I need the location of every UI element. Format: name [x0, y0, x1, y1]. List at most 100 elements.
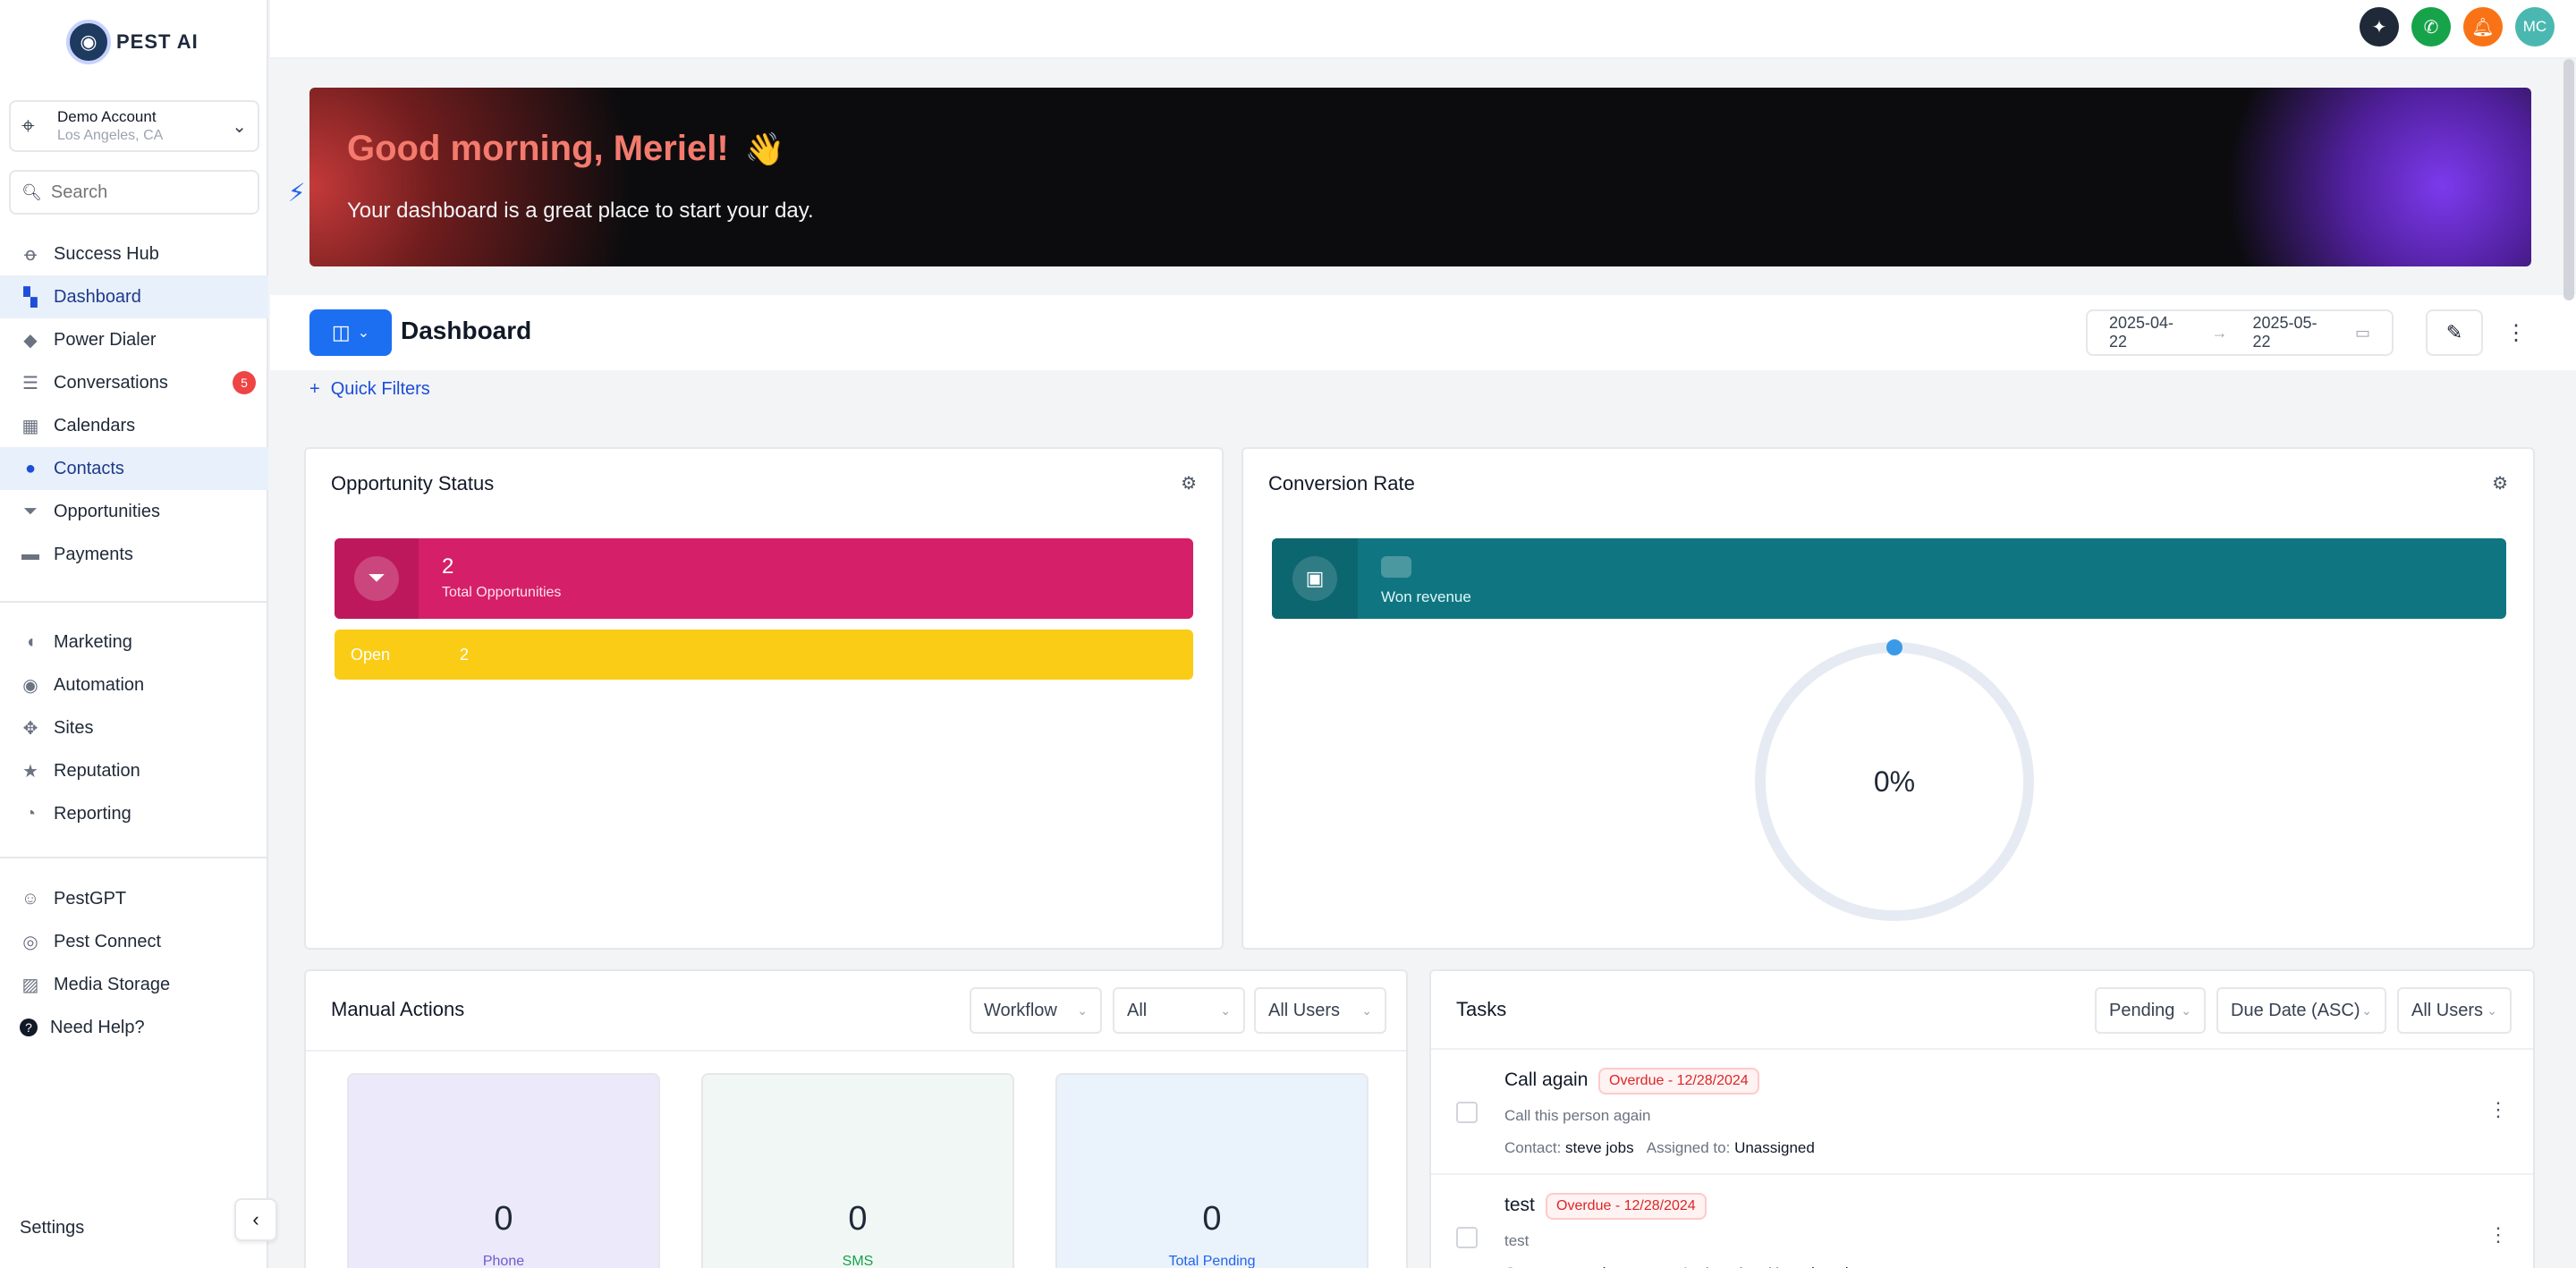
- sidebar-item-contacts[interactable]: ● Contacts: [0, 447, 268, 490]
- account-switcher[interactable]: ⌖ Demo Account Los Angeles, CA ⌄: [9, 100, 259, 152]
- arrow-right-icon: →: [2211, 323, 2228, 342]
- select-value: All: [1127, 1000, 1148, 1020]
- sidebar-item-label: Dashboard: [54, 286, 141, 307]
- user-filter-select[interactable]: All Users ⌄: [2397, 987, 2512, 1034]
- sidebar-item-success-hub[interactable]: ꝋ Success Hub: [0, 232, 268, 275]
- stat-card-sms[interactable]: 0 SMS: [701, 1073, 1014, 1268]
- widget-settings-button[interactable]: ⚙︎: [2492, 472, 2508, 495]
- sidebar: ◉ PEST AI ⌖ Demo Account Los Angeles, CA…: [0, 0, 306, 1268]
- select-value: Due Date (ASC): [2231, 1000, 2360, 1020]
- unread-count-badge: 5: [233, 371, 256, 394]
- page-scrollbar[interactable]: [2563, 59, 2574, 300]
- open-opportunities-bar[interactable]: Open 2: [335, 630, 1193, 680]
- sidebar-item-label: Success Hub: [54, 243, 159, 264]
- open-value: 2: [460, 645, 470, 664]
- assigned-label: Assigned to:: [1646, 1139, 1731, 1156]
- sidebar-item-pestgpt[interactable]: ☺ PestGPT: [0, 877, 268, 920]
- sidebar-item-opportunities[interactable]: ⏷ Opportunities: [0, 490, 268, 533]
- task-description: Call this person again: [1504, 1107, 1651, 1124]
- sidebar-item-need-help[interactable]: ? Need Help?: [0, 1006, 268, 1049]
- stat-card-phone[interactable]: 0 Phone: [347, 1073, 660, 1268]
- sidebar-item-media-storage[interactable]: ▨ Media Storage: [0, 963, 268, 1006]
- chevron-down-icon: ⌄: [357, 325, 370, 341]
- task-description: test: [1504, 1232, 1530, 1249]
- phone-button[interactable]: ✆: [2411, 7, 2451, 46]
- widget-settings-button[interactable]: ⚙︎: [1181, 472, 1197, 495]
- task-row[interactable]: Call again Overdue - 12/28/2024 Call this …: [1431, 1048, 2533, 1171]
- sidebar-item-reporting[interactable]: ◔ Reporting: [0, 792, 268, 835]
- chevron-left-icon: ‹: [252, 1208, 259, 1230]
- user-avatar[interactable]: MC: [2515, 7, 2555, 46]
- search-icon: 🔍︎: [21, 182, 42, 201]
- sidebar-item-calendars[interactable]: ▦ Calendars: [0, 404, 268, 447]
- wave-icon: 👋: [744, 131, 785, 167]
- user-filter-select[interactable]: All Users ⌄: [1254, 987, 1386, 1034]
- sidebar-item-power-dialer[interactable]: ◆ Power Dialer: [0, 318, 268, 361]
- brand-logo[interactable]: ◉ PEST AI: [66, 20, 199, 64]
- pie-icon: ◔: [24, 803, 37, 824]
- status-filter-select[interactable]: Pending ⌄: [2095, 987, 2206, 1034]
- task-checkbox[interactable]: [1456, 1102, 1478, 1123]
- date-end: 2025-05-22: [2252, 314, 2318, 351]
- sidebar-item-label: Power Dialer: [54, 329, 157, 350]
- task-menu-button[interactable]: ⋮: [2488, 1223, 2508, 1247]
- search-input[interactable]: [50, 182, 288, 203]
- quick-action-bolt-icon[interactable]: ⚡︎: [288, 178, 306, 207]
- diamond-icon: ◆: [23, 330, 38, 351]
- won-revenue-bar[interactable]: ▣ Won revenue: [1272, 538, 2506, 619]
- date-range-picker[interactable]: 2025-04-22 → 2025-05-22 ▭: [2086, 309, 2394, 356]
- workflow-filter-select[interactable]: Workflow ⌄: [970, 987, 1102, 1034]
- sidebar-item-label: Payments: [54, 544, 133, 564]
- brand-name: PEST AI: [116, 30, 199, 53]
- type-filter-select[interactable]: All ⌄: [1113, 987, 1245, 1034]
- sidebar-item-label: Calendars: [54, 415, 136, 435]
- overdue-badge: Overdue - 12/28/2024: [1598, 1068, 1759, 1095]
- welcome-banner: Good morning, Meriel! 👋 Your dashboard is…: [309, 88, 2531, 266]
- sidebar-item-payments[interactable]: ▬ Payments: [0, 533, 268, 576]
- sidebar-item-automation[interactable]: ◉ Automation: [0, 664, 268, 706]
- sort-select[interactable]: Due Date (ASC) ⌄: [2216, 987, 2386, 1034]
- stat-label: Total Pending: [1168, 1254, 1256, 1268]
- overdue-badge: Overdue - 12/28/2024: [1546, 1193, 1707, 1220]
- search-box: 🔍︎ ⚡︎: [9, 170, 306, 215]
- select-value: Pending: [2109, 1000, 2175, 1020]
- task-title: test: [1504, 1195, 1535, 1215]
- sidebar-item-conversations[interactable]: ☰ Conversations 5: [0, 361, 268, 404]
- sidebar-item-label: Media Storage: [54, 974, 171, 994]
- greeting-text: Good morning, Meriel!: [347, 129, 729, 168]
- task-row[interactable]: test Overdue - 12/28/2024 test Contact: sam…: [1431, 1173, 2533, 1268]
- account-location: Los Angeles, CA: [57, 128, 164, 143]
- sidebar-item-sites[interactable]: ✥ Sites: [0, 706, 268, 749]
- bot-icon: ☺: [21, 888, 40, 909]
- total-opportunities-bar[interactable]: ⏷ 2 Total Opportunities: [335, 538, 1193, 619]
- sidebar-item-reputation[interactable]: ★ Reputation: [0, 749, 268, 792]
- sidebar-item-dashboard[interactable]: ▚ Dashboard: [0, 275, 268, 318]
- task-menu-button[interactable]: ⋮: [2488, 1098, 2508, 1121]
- dashboard-icon: ▚: [23, 287, 38, 308]
- sidebar-item-marketing[interactable]: ◖ Marketing: [0, 621, 268, 664]
- settings-link[interactable]: Settings: [20, 1218, 84, 1238]
- card-title: Conversion Rate: [1268, 472, 1415, 495]
- task-meta: Contact: sample contact Assigned to: Una…: [1504, 1264, 1849, 1268]
- sparkle-icon: ✦: [2371, 17, 2387, 38]
- kebab-icon: ⋮: [2505, 320, 2527, 345]
- task-contact[interactable]: sample contact: [1565, 1264, 1667, 1268]
- sites-icon: ✥: [22, 718, 38, 739]
- task-checkbox[interactable]: [1456, 1227, 1478, 1248]
- stat-card-total-pending[interactable]: 0 Total Pending: [1055, 1073, 1368, 1268]
- edit-dashboard-button[interactable]: ✎: [2426, 309, 2483, 356]
- notifications-button[interactable]: 🔔︎: [2463, 7, 2503, 46]
- dashboard-switcher-button[interactable]: ◫ ⌄: [309, 309, 392, 356]
- opportunity-status-card: Opportunity Status ⚙︎ ⏷ 2 Total Opportun…: [304, 447, 1224, 950]
- chevron-down-icon: ⌄: [1077, 1002, 1088, 1018]
- collapse-sidebar-button[interactable]: ‹: [234, 1198, 277, 1241]
- sidebar-item-label: Pest Connect: [54, 931, 162, 951]
- more-options-button[interactable]: ⋮: [2503, 309, 2529, 356]
- quick-filters-button[interactable]: + Quick Filters: [309, 379, 430, 400]
- sidebar-item-label: Automation: [54, 674, 145, 695]
- contact-label: Contact:: [1504, 1264, 1561, 1268]
- sidebar-item-pest-connect[interactable]: ◎ Pest Connect: [0, 920, 268, 963]
- task-contact[interactable]: steve jobs: [1565, 1139, 1634, 1156]
- ai-sparkle-button[interactable]: ✦: [2360, 7, 2399, 46]
- sliders-icon: ⚙︎: [2492, 474, 2508, 494]
